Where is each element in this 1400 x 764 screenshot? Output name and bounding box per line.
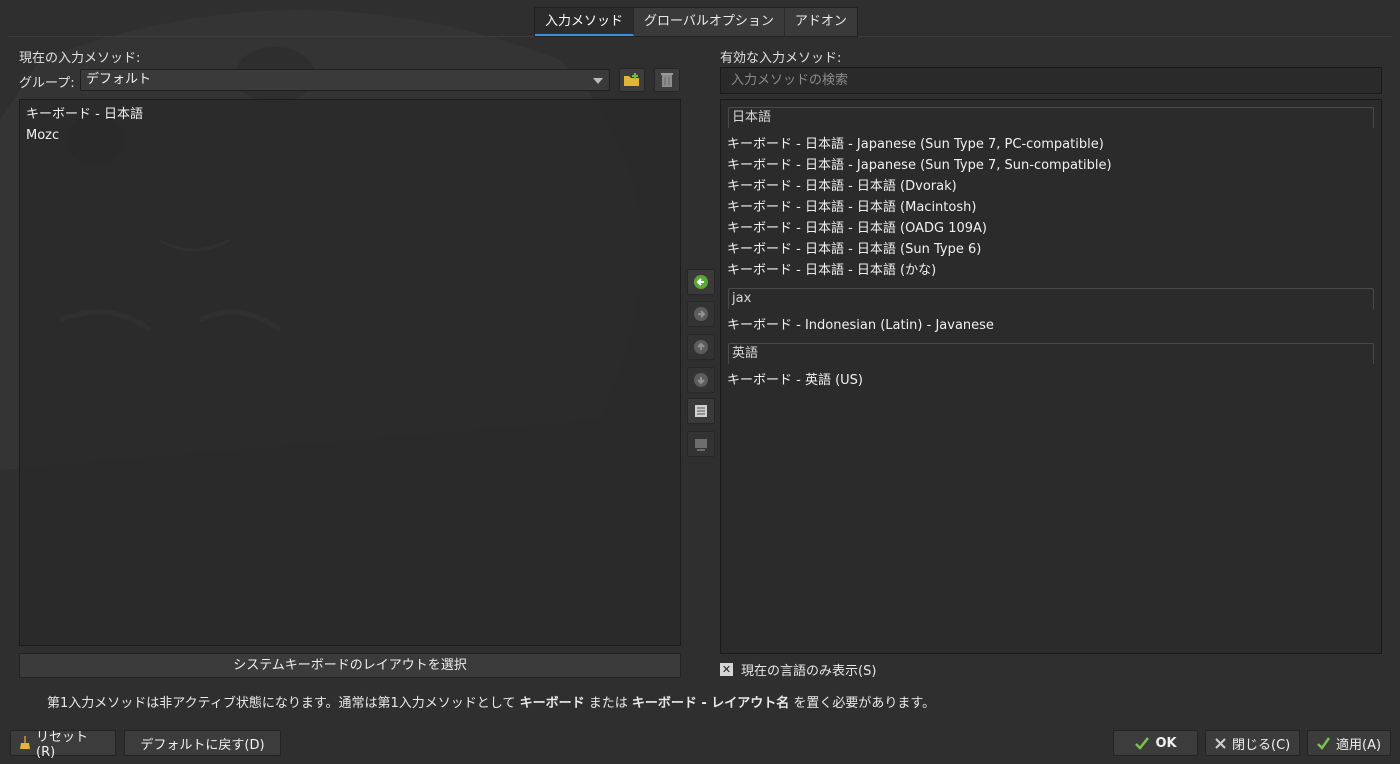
list-item[interactable]: キーボード - 日本語 <box>20 104 680 125</box>
warning-suffix: を置く必要があります。 <box>789 696 936 711</box>
checkbox-label: 現在の言語のみ表示(S) <box>741 664 877 679</box>
add-method-button[interactable] <box>687 269 715 295</box>
arrow-right-icon <box>694 307 708 321</box>
chevron-down-icon <box>593 78 603 84</box>
current-methods-title: 現在の入力メソッド: <box>19 51 141 66</box>
trash-icon <box>661 73 673 87</box>
ok-check-icon <box>1134 736 1150 750</box>
warning-bold-keyboard: キーボード <box>519 696 585 711</box>
warning-prefix: 第1入力メソッドは非アクティブ状態になります。通常は第1入力メソッドとして <box>47 696 520 711</box>
ok-label: OK <box>1155 735 1177 751</box>
language-group: jax キーボード - Indonesian (Latin) - Javanes… <box>721 288 1381 336</box>
restore-defaults-label: デフォルトに戻す(D) <box>140 737 265 753</box>
group-select-value: デフォルト <box>86 72 152 87</box>
configure-method-button[interactable] <box>687 398 715 424</box>
language-group: 英語 キーボード - 英語 (US) <box>721 343 1381 391</box>
list-item[interactable]: キーボード - 日本語 - 日本語 (OADG 109A) <box>721 218 1381 239</box>
group-header[interactable]: 日本語 <box>728 107 1374 128</box>
arrow-up-icon <box>694 340 708 354</box>
tab-input-methods[interactable]: 入力メソッド <box>535 8 635 36</box>
warning-bold-layout: キーボード - レイアウト名 <box>631 696 790 711</box>
ok-button[interactable]: OK <box>1113 730 1198 756</box>
close-icon <box>1214 737 1227 750</box>
apply-button[interactable]: 適用(A) <box>1307 730 1391 756</box>
arrow-down-icon <box>694 373 708 387</box>
list-item[interactable]: キーボード - 日本語 - 日本語 (Dvorak) <box>721 176 1381 197</box>
settings-list-icon <box>695 405 707 417</box>
folder-add-icon <box>624 73 639 86</box>
group-header[interactable]: jax <box>728 288 1374 309</box>
warning-message: 第1入力メソッドは非アクティブ状態になります。通常は第1入力メソッドとして キー… <box>47 692 935 711</box>
available-methods-list[interactable]: 日本語 キーボード - 日本語 - Japanese (Sun Type 7, … <box>720 99 1382 654</box>
reset-button[interactable]: リセット(R) <box>10 730 116 760</box>
group-header[interactable]: 英語 <box>728 343 1374 364</box>
language-group: 日本語 キーボード - 日本語 - Japanese (Sun Type 7, … <box>721 107 1381 281</box>
close-button[interactable]: 閉じる(C) <box>1205 730 1300 756</box>
group-select[interactable]: デフォルト <box>80 69 610 91</box>
broom-icon <box>19 736 31 750</box>
list-item[interactable]: キーボード - 英語 (US) <box>721 370 1381 391</box>
list-item[interactable]: キーボード - Indonesian (Latin) - Javanese <box>721 315 1381 336</box>
check-icon <box>1316 736 1331 750</box>
tab-addons[interactable]: アドオン <box>785 8 857 36</box>
list-item[interactable]: キーボード - 日本語 - 日本語 (Sun Type 6) <box>721 239 1381 260</box>
close-label: 閉じる(C) <box>1232 737 1291 753</box>
list-item[interactable]: Mozc <box>20 125 680 146</box>
current-methods-list[interactable]: キーボード - 日本語 Mozc <box>19 99 681 646</box>
search-input[interactable] <box>720 67 1382 94</box>
layout-preview-button[interactable] <box>687 431 715 457</box>
arrow-left-icon <box>694 275 708 289</box>
tab-global-options[interactable]: グローバルオプション <box>634 8 785 36</box>
show-current-language-checkbox[interactable]: ✕ 現在の言語のみ表示(S) <box>720 660 876 679</box>
add-group-button[interactable] <box>619 68 645 92</box>
list-item[interactable]: キーボード - 日本語 - 日本語 (かな) <box>721 260 1381 281</box>
select-system-layout-button[interactable]: システムキーボードのレイアウトを選択 <box>19 653 681 678</box>
list-item[interactable]: キーボード - 日本語 - Japanese (Sun Type 7, Sun-… <box>721 155 1381 176</box>
delete-group-button[interactable] <box>654 68 680 92</box>
remove-method-button[interactable] <box>687 301 715 327</box>
move-down-button[interactable] <box>687 367 715 393</box>
warning-middle: または <box>584 696 632 711</box>
tab-bar: 入力メソッド グローバルオプション アドオン <box>534 7 858 37</box>
list-item[interactable]: キーボード - 日本語 - Japanese (Sun Type 7, PC-c… <box>721 134 1381 155</box>
keyboard-preview-icon <box>695 439 707 451</box>
group-label: グループ: <box>19 76 75 91</box>
restore-defaults-button[interactable]: デフォルトに戻す(D) <box>124 730 281 756</box>
apply-label: 適用(A) <box>1336 737 1382 753</box>
reset-label: リセット(R) <box>36 730 89 760</box>
move-up-button[interactable] <box>687 334 715 360</box>
list-item[interactable]: キーボード - 日本語 - 日本語 (Macintosh) <box>721 197 1381 218</box>
available-methods-title: 有効な入力メソッド: <box>720 51 842 66</box>
checkbox-checked-icon[interactable]: ✕ <box>720 663 733 676</box>
